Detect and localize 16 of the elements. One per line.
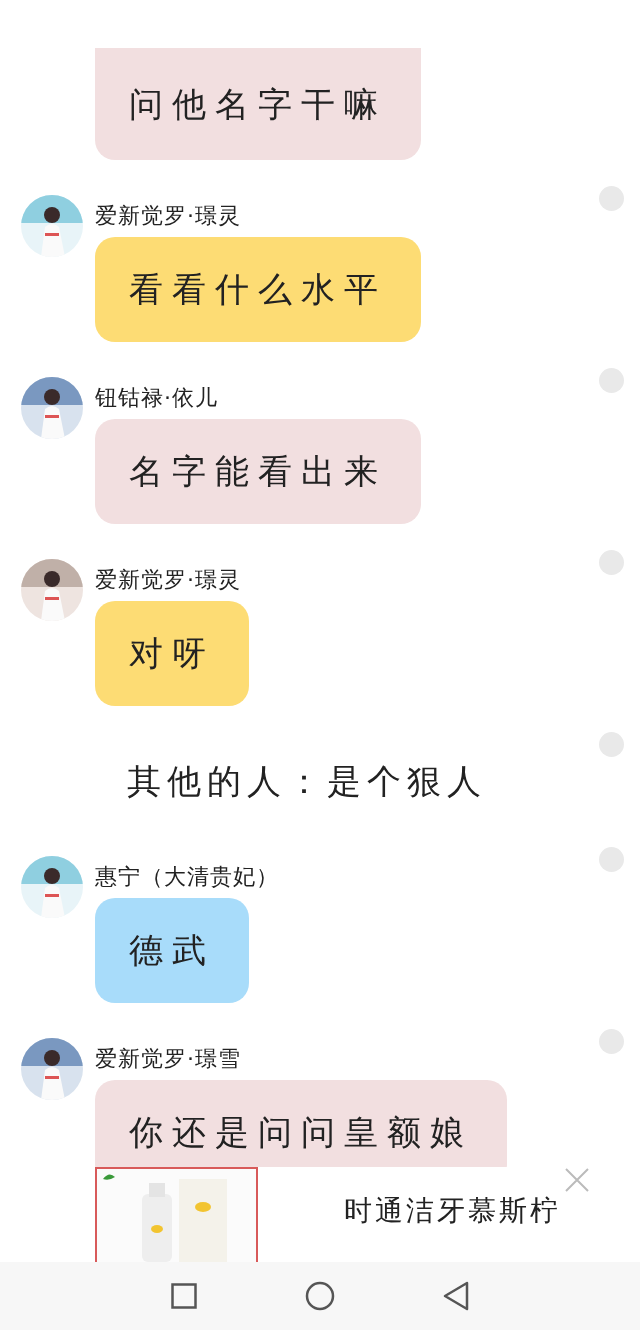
message-bubble: 名字能看出来 xyxy=(95,419,421,524)
message-bubble: 对呀 xyxy=(95,601,249,706)
ad-title: 时通洁牙慕斯柠 xyxy=(344,1193,561,1229)
message-bubble: 看看什么水平 xyxy=(95,237,421,342)
recents-icon[interactable] xyxy=(171,1283,197,1309)
sender-name: 惠宁（大清贵妃） xyxy=(95,863,279,891)
back-icon[interactable] xyxy=(443,1281,469,1311)
sender-name: 爱新觉罗·璟灵 xyxy=(95,566,241,594)
sender-name: 爱新觉罗·璟灵 xyxy=(95,202,241,230)
home-icon[interactable] xyxy=(305,1281,335,1311)
close-icon[interactable] xyxy=(564,1167,590,1193)
sender-name: 钮钴禄·依儿 xyxy=(95,384,218,412)
message-bubble: 问他名字干嘛 xyxy=(95,48,421,160)
message-bubble: 德武 xyxy=(95,898,249,1003)
sender-name: 爱新觉罗·璟雪 xyxy=(95,1045,241,1073)
narration-text: 其他的人：是个狠人 xyxy=(126,760,488,803)
